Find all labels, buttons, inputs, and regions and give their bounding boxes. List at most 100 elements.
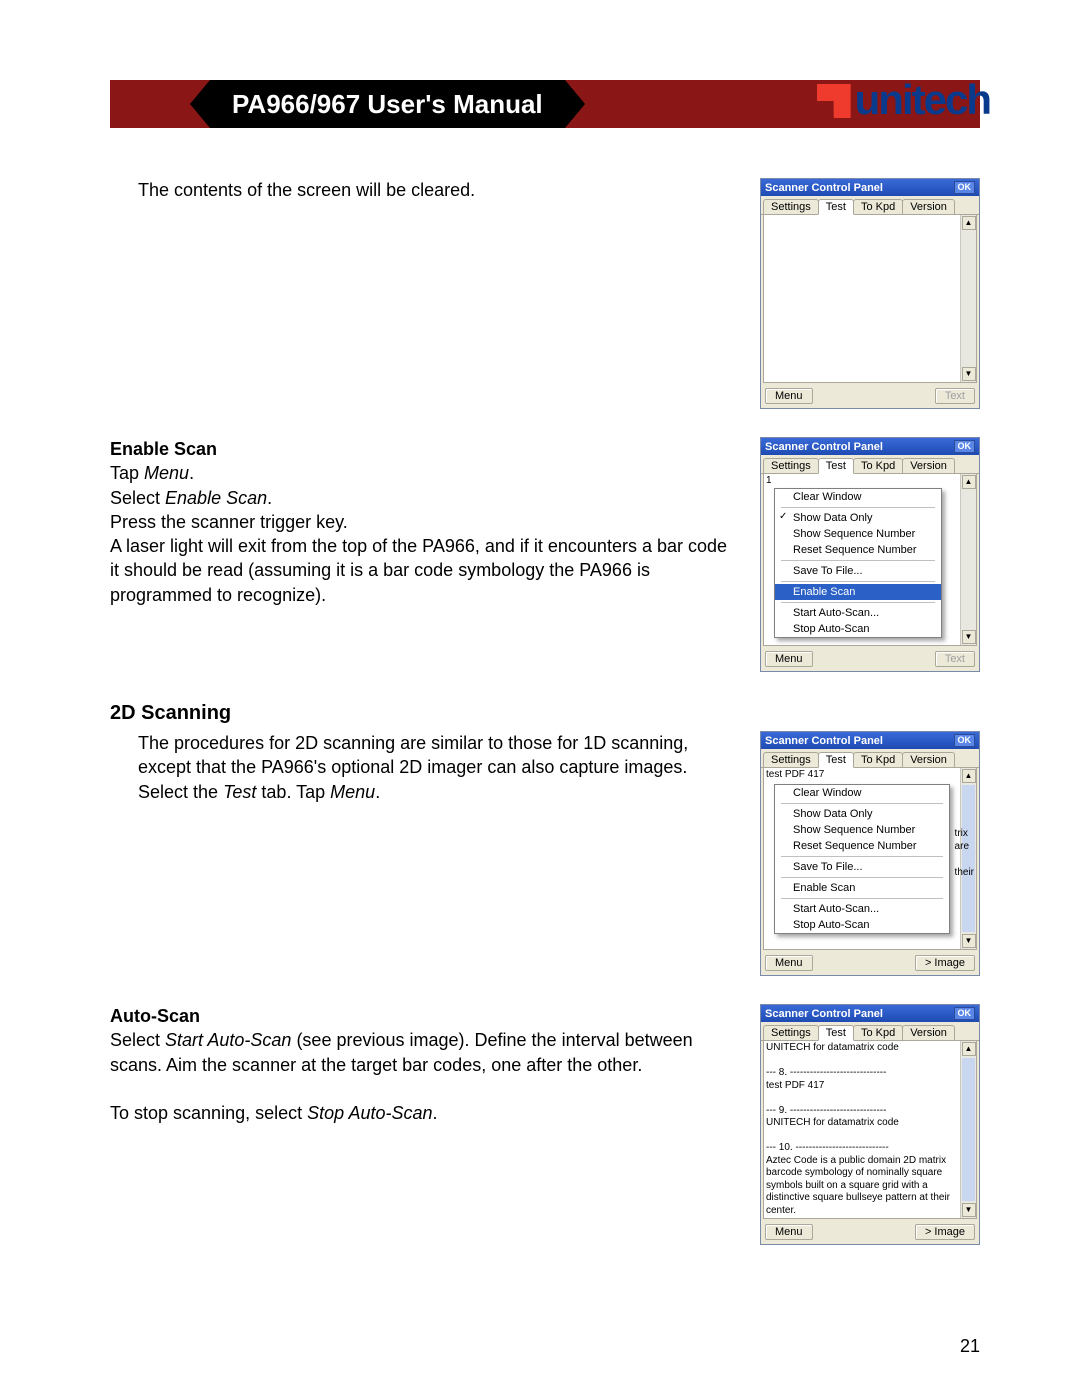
test-ref: Test	[223, 782, 256, 802]
ok-button[interactable]: OK	[954, 1007, 976, 1020]
menu-button[interactable]: Menu	[765, 955, 813, 971]
tab-settings[interactable]: Settings	[763, 458, 819, 473]
scroll-down-icon[interactable]: ▼	[962, 934, 976, 948]
t: .	[189, 463, 194, 483]
result-line: Aztec Code is a public domain 2D matrix …	[766, 1155, 958, 1218]
result-line: UNITECH for datamatrix code	[766, 1117, 958, 1130]
ok-button[interactable]: OK	[954, 734, 976, 747]
bg-text: are	[955, 841, 960, 854]
menu-item-start-auto[interactable]: Start Auto-Scan...	[775, 605, 941, 621]
scrollbar[interactable]: ▲▼	[960, 215, 976, 382]
window-title: Scanner Control Panel	[765, 1008, 883, 1020]
result-line: UNITECH for datamatrix code	[766, 1042, 958, 1055]
tab-tokpd[interactable]: To Kpd	[853, 458, 903, 473]
screenshot-blank-panel: Scanner Control Panel OK Settings Test To…	[760, 178, 980, 409]
result-line	[766, 1055, 958, 1068]
menu-item-stop-auto[interactable]: Stop Auto-Scan	[775, 917, 949, 933]
tab-strip: Settings Test To Kpd Version	[761, 1022, 979, 1041]
t: Select	[110, 1030, 165, 1050]
scroll-down-icon[interactable]: ▼	[962, 1203, 976, 1217]
enable-scan-ref: Enable Scan	[165, 488, 267, 508]
window-title: Scanner Control Panel	[765, 182, 883, 194]
auto-scan-heading: Auto-Scan	[110, 1006, 200, 1026]
t: Tap	[110, 463, 144, 483]
tab-tokpd[interactable]: To Kpd	[853, 1025, 903, 1040]
menu-item-clear-window[interactable]: Clear Window	[775, 489, 941, 505]
tab-version[interactable]: Version	[902, 199, 955, 214]
tab-version[interactable]: Version	[902, 458, 955, 473]
brand-logo: unitech	[817, 76, 990, 124]
scroll-up-icon[interactable]: ▲	[962, 475, 976, 489]
menu-ref: Menu	[144, 463, 189, 483]
image-button[interactable]: > Image	[915, 955, 975, 971]
menu-item-show-data-only[interactable]: Show Data Only	[775, 806, 949, 822]
ok-button[interactable]: OK	[954, 440, 976, 453]
menu-item-show-seq[interactable]: Show Sequence Number	[775, 526, 941, 542]
tab-settings[interactable]: Settings	[763, 752, 819, 767]
2d-para: The procedures for 2D scanning are simil…	[138, 731, 730, 804]
auto-scan-block: Auto-Scan Select Start Auto-Scan (see pr…	[110, 1004, 730, 1125]
menu-button[interactable]: Menu	[765, 651, 813, 667]
scrollbar[interactable]: ▲▼	[960, 1041, 976, 1218]
result-line: --- 10. ----------------------------	[766, 1142, 958, 1155]
bg-text: their	[955, 867, 960, 880]
t: .	[267, 488, 272, 508]
text-button[interactable]: Text	[935, 388, 975, 404]
menu-item-stop-auto[interactable]: Stop Auto-Scan	[775, 621, 941, 637]
menu-item-clear-window[interactable]: Clear Window	[775, 785, 949, 801]
header-band: PA966/967 User's Manual unitech	[110, 80, 980, 128]
result-line	[766, 1130, 958, 1143]
tab-strip: Settings Test To Kpd Version	[761, 455, 979, 474]
scroll-up-icon[interactable]: ▲	[962, 1042, 976, 1056]
section-heading-2d: 2D Scanning	[110, 702, 980, 725]
menu-item-show-data-only[interactable]: Show Data Only	[775, 510, 941, 526]
tab-test[interactable]: Test	[818, 458, 854, 474]
tab-version[interactable]: Version	[902, 752, 955, 767]
brand-text: unitech	[855, 76, 990, 124]
menu-item-reset-seq[interactable]: Reset Sequence Number	[775, 542, 941, 558]
menu-item-start-auto[interactable]: Start Auto-Scan...	[775, 901, 949, 917]
scroll-down-icon[interactable]: ▼	[962, 367, 976, 381]
intro-text: The contents of the screen will be clear…	[138, 178, 730, 202]
tab-tokpd[interactable]: To Kpd	[853, 752, 903, 767]
menu-ref: Menu	[330, 782, 375, 802]
t: tab. Tap	[256, 782, 330, 802]
tab-settings[interactable]: Settings	[763, 199, 819, 214]
text-button[interactable]: Text	[935, 651, 975, 667]
menu-item-enable-scan[interactable]: Enable Scan	[775, 584, 941, 600]
menu-button[interactable]: Menu	[765, 388, 813, 404]
menu-item-enable-scan[interactable]: Enable Scan	[775, 880, 949, 896]
tab-test[interactable]: Test	[818, 1025, 854, 1041]
image-button[interactable]: > Image	[915, 1224, 975, 1240]
t: .	[433, 1103, 438, 1123]
result-line: test PDF 417	[766, 1080, 958, 1093]
menu-item-show-seq[interactable]: Show Sequence Number	[775, 822, 949, 838]
tab-tokpd[interactable]: To Kpd	[853, 199, 903, 214]
menu-button[interactable]: Menu	[765, 1224, 813, 1240]
screenshot-enable-scan-menu: Scanner Control Panel OK Settings Test To…	[760, 437, 980, 672]
brand-mark-icon	[817, 84, 851, 118]
tab-strip: Settings Test To Kpd Version	[761, 749, 979, 768]
menu-item-save-to-file[interactable]: Save To File...	[775, 563, 941, 579]
scrollbar[interactable]: ▲▼	[960, 474, 976, 645]
scroll-up-icon[interactable]: ▲	[962, 769, 976, 783]
menu-item-reset-seq[interactable]: Reset Sequence Number	[775, 838, 949, 854]
screenshot-scan-results: Scanner Control Panel OK Settings Test To…	[760, 1004, 980, 1245]
t: A laser light will exit from the top of …	[110, 536, 727, 605]
scroll-up-icon[interactable]: ▲	[962, 216, 976, 230]
scroll-down-icon[interactable]: ▼	[962, 630, 976, 644]
tab-test[interactable]: Test	[818, 752, 854, 768]
ok-button[interactable]: OK	[954, 181, 976, 194]
start-auto-ref: Start Auto-Scan	[165, 1030, 291, 1050]
t: To stop scanning, select	[110, 1103, 307, 1123]
result-line: --- 9. -----------------------------	[766, 1105, 958, 1118]
bg-text: trix	[955, 828, 960, 841]
t: Select	[110, 488, 165, 508]
screenshot-2d-menu: Scanner Control PanelOK Settings Test To…	[760, 731, 980, 976]
window-title: Scanner Control Panel	[765, 441, 883, 453]
menu-item-save-to-file[interactable]: Save To File...	[775, 859, 949, 875]
tab-version[interactable]: Version	[902, 1025, 955, 1040]
tab-test[interactable]: Test	[818, 199, 854, 215]
result-line: --- 8. -----------------------------	[766, 1067, 958, 1080]
tab-settings[interactable]: Settings	[763, 1025, 819, 1040]
